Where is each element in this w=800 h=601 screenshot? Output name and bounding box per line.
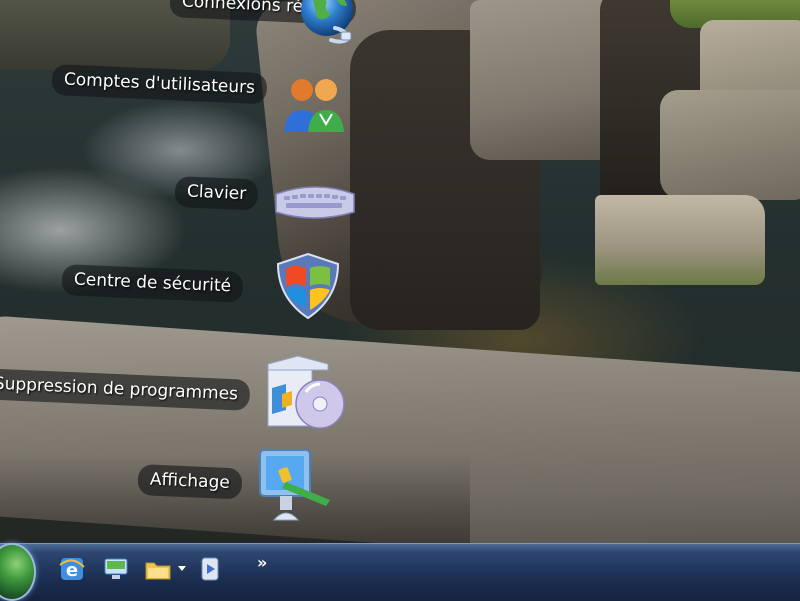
wallpaper-rock (660, 90, 800, 200)
wallpaper-shadow (0, 455, 470, 545)
quick-launch-overflow-button[interactable]: » (257, 553, 267, 572)
network-globe-icon (301, 0, 353, 44)
chevron-down-icon[interactable] (178, 566, 186, 571)
show-desktop-icon[interactable] (102, 555, 130, 583)
svg-text:e: e (66, 560, 78, 581)
wallpaper-rock (595, 195, 765, 285)
desktop-item-label: Affichage (137, 464, 243, 500)
desktop-item-label: Clavier (174, 176, 259, 211)
security-shield-icon (276, 252, 340, 320)
user-accounts-icon (284, 79, 344, 132)
display-icon (259, 449, 330, 521)
folder-icon[interactable] (144, 555, 172, 583)
media-player-icon[interactable] (196, 555, 224, 583)
add-remove-programs-icon (267, 355, 345, 429)
keyboard-icon (275, 186, 355, 219)
internet-explorer-icon[interactable]: e (58, 555, 86, 583)
